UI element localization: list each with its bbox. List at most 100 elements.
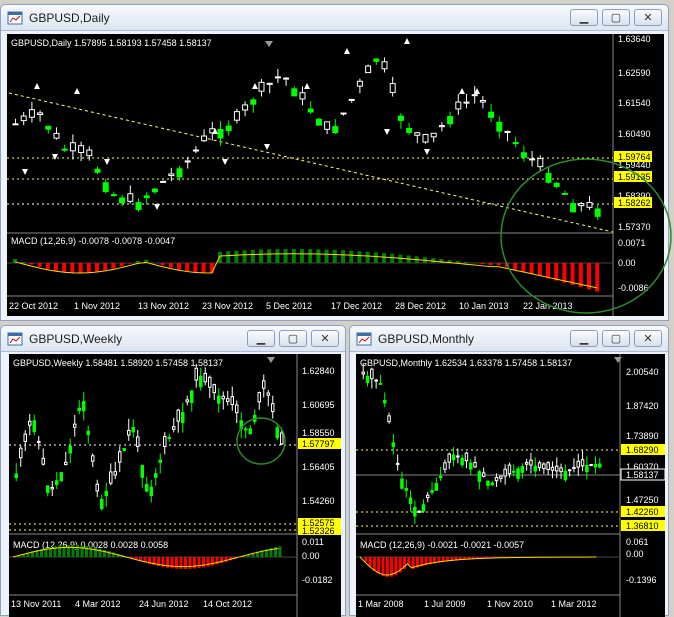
- candle-body: [275, 77, 280, 78]
- fractal-up-icon: [459, 88, 465, 94]
- candle-body: [263, 381, 266, 388]
- candle-body: [388, 416, 391, 422]
- daily-title-bar[interactable]: GBPUSD,Daily ▁ ▢ ✕: [1, 5, 668, 31]
- restore-button[interactable]: ▢: [602, 330, 630, 347]
- candle-body: [231, 397, 234, 405]
- fractal-down-icon: [264, 144, 270, 150]
- candle-body: [42, 458, 45, 464]
- close-icon: ✕: [643, 11, 652, 24]
- macd-tick: 0.061: [626, 537, 649, 547]
- time-tick: 13 Nov 2011: [11, 599, 61, 609]
- candle-body: [177, 410, 180, 421]
- level-label: 1.68290: [626, 445, 659, 455]
- candle-body: [409, 498, 412, 503]
- candle-body: [258, 393, 261, 402]
- monthly-chart-area[interactable]: GBPUSD,Monthly 1.62534 1.63378 1.57458 1…: [356, 354, 665, 617]
- macd-bar: [333, 250, 337, 263]
- candle-body: [29, 110, 34, 118]
- minimize-button[interactable]: ▁: [570, 330, 598, 347]
- time-tick: 1 Mar 2012: [551, 599, 597, 609]
- candle-body: [54, 133, 59, 138]
- macd-bar: [85, 546, 88, 557]
- macd-tick: -0.0182: [302, 575, 333, 585]
- time-tick: 28 Dec 2012: [395, 301, 446, 311]
- macd-bar: [316, 249, 320, 263]
- candle-body: [234, 112, 239, 121]
- fractal-up-icon: [252, 83, 258, 89]
- macd-bar: [382, 253, 386, 263]
- weekly-chart-window[interactable]: GBPUSD,Weekly ▁ ▢ ✕ GBPUSD,Weekly 1.5848…: [0, 325, 346, 616]
- fractal-down-icon: [424, 149, 430, 155]
- candle-body: [114, 472, 117, 475]
- close-button[interactable]: ✕: [634, 9, 662, 26]
- restore-button[interactable]: ▢: [602, 9, 630, 26]
- candle-body: [423, 135, 428, 143]
- candle-body: [448, 117, 453, 124]
- candle-body: [173, 427, 176, 430]
- macd-bar: [70, 263, 74, 273]
- candle-body: [159, 460, 162, 462]
- macd-bar: [136, 261, 140, 263]
- candle-body: [33, 421, 36, 432]
- candle-body: [186, 400, 189, 402]
- macd-bar: [234, 251, 238, 263]
- monthly-chart-window[interactable]: GBPUSD,Monthly ▁ ▢ ✕ GBPUSD,Monthly 1.62…: [349, 325, 669, 616]
- candle-body: [119, 452, 122, 462]
- candle-body: [60, 473, 63, 481]
- candle-body: [457, 456, 460, 457]
- candle-body: [218, 129, 223, 137]
- macd-bar: [374, 252, 378, 263]
- candle-body: [128, 430, 131, 435]
- time-tick: 14 Oct 2012: [203, 599, 252, 609]
- candle-body: [195, 368, 198, 380]
- candle-body: [538, 463, 541, 468]
- chart-window-icon: [356, 332, 372, 346]
- candle-body: [123, 449, 126, 451]
- candle-body: [427, 495, 430, 497]
- candle-body: [480, 101, 485, 103]
- macd-bar: [275, 249, 279, 263]
- candle-body: [209, 377, 212, 387]
- minimize-icon: ▁: [580, 11, 588, 24]
- daily-macd-label: MACD (12,26,9) -0.0078 -0.0078 -0.0047: [11, 236, 175, 246]
- candle-body: [185, 161, 190, 162]
- macd-bar: [72, 545, 75, 557]
- monthly-title-bar[interactable]: GBPUSD,Monthly ▁ ▢ ✕: [350, 326, 668, 352]
- macd-bar: [207, 557, 210, 566]
- restore-icon: ▢: [611, 332, 621, 345]
- candle-body: [435, 483, 438, 490]
- candle-body: [272, 404, 275, 412]
- candle-body: [513, 471, 516, 472]
- macd-bar: [407, 557, 410, 565]
- restore-icon: ▢: [288, 332, 298, 345]
- close-button[interactable]: ✕: [311, 330, 339, 347]
- minimize-button[interactable]: ▁: [570, 9, 598, 26]
- macd-tick: 0.00: [302, 551, 320, 561]
- candle-body: [236, 405, 239, 413]
- candle-body: [308, 109, 313, 112]
- close-button[interactable]: ✕: [634, 330, 662, 347]
- collapse-arrow-icon: [614, 357, 622, 363]
- candle-body: [422, 505, 425, 511]
- candle-body: [56, 481, 59, 485]
- candle-body: [164, 437, 167, 447]
- candle-body: [371, 369, 374, 379]
- macd-bar: [79, 263, 83, 273]
- candle-body: [132, 428, 135, 432]
- candle-body: [401, 479, 404, 488]
- restore-button[interactable]: ▢: [279, 330, 307, 347]
- daily-time-axis: 22 Oct 2012 1 Nov 2012 13 Nov 2012 23 No…: [9, 301, 573, 311]
- minimize-button[interactable]: ▁: [247, 330, 275, 347]
- candle-body: [87, 431, 90, 434]
- weekly-chart-area[interactable]: GBPUSD,Weekly 1.58481 1.58920 1.57458 1.…: [9, 354, 341, 617]
- macd-tick: -0.1396: [626, 575, 657, 585]
- macd-bar: [341, 250, 345, 263]
- level-label: 1.57797: [302, 439, 335, 449]
- close-icon: ✕: [643, 332, 652, 345]
- time-tick: 4 Mar 2012: [75, 599, 121, 609]
- candle-body: [414, 507, 417, 516]
- candle-body: [551, 467, 554, 470]
- candle-body: [213, 385, 216, 393]
- macd-bar: [464, 262, 468, 263]
- weekly-title-bar[interactable]: GBPUSD,Weekly ▁ ▢ ✕: [1, 326, 345, 352]
